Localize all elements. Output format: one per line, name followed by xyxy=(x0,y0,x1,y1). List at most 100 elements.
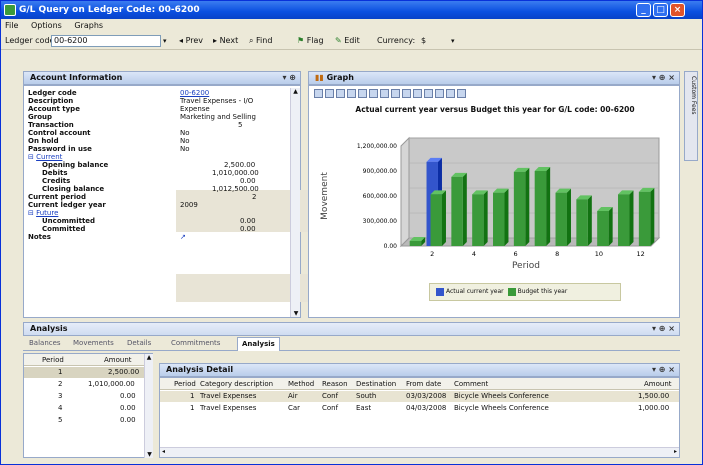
rotate-icon[interactable] xyxy=(391,89,400,98)
debits-label: Debits xyxy=(42,169,68,177)
detail-col-category[interactable]: Category description xyxy=(200,379,273,389)
table-row[interactable]: 2 1,010,000.00 xyxy=(24,379,144,390)
scroll-left-icon[interactable]: ◂ xyxy=(162,448,165,455)
y-tick-label: 900,000.00 xyxy=(363,168,398,175)
analysis-panel-buttons[interactable]: ▾ ⊕ × xyxy=(652,323,675,335)
closing-balance-value: 1,012,500.00 xyxy=(212,185,259,193)
legend-icon[interactable] xyxy=(380,89,389,98)
scroll-up-icon[interactable]: ▲ xyxy=(145,354,153,361)
y-tick-label: 600,000.00 xyxy=(363,193,398,200)
detail-col-method[interactable]: Method xyxy=(288,379,314,389)
amount-column-header[interactable]: Amount xyxy=(104,355,132,365)
table-row[interactable]: 5 0.00 xyxy=(24,415,144,426)
period-cell: 4 xyxy=(58,404,63,412)
bar-budget-side xyxy=(462,172,467,246)
table-row[interactable]: 4 0.00 xyxy=(24,403,144,414)
scroll-right-icon[interactable]: ▸ xyxy=(674,448,677,455)
detail-cell-comment: Bicycle Wheels Conference xyxy=(454,392,549,400)
detail-cell-from-date: 04/03/2008 xyxy=(406,404,447,412)
field-transaction-value: 5 xyxy=(238,121,243,129)
edit-button[interactable]: ✎ Edit xyxy=(335,32,360,50)
tab-details[interactable]: Details xyxy=(127,337,151,349)
tab-analysis[interactable]: Analysis xyxy=(237,337,280,351)
3d-icon[interactable] xyxy=(402,89,411,98)
detail-col-comment[interactable]: Comment xyxy=(454,379,488,389)
analysis-detail-buttons[interactable]: ▾ ⊕ × xyxy=(652,364,675,376)
flag-button[interactable]: ⚑ Flag xyxy=(297,32,324,50)
tools-icon[interactable] xyxy=(457,89,466,98)
axis-icon[interactable] xyxy=(424,89,433,98)
detail-cell-destination: South xyxy=(356,392,377,400)
find-button[interactable]: ⌕ Find xyxy=(249,32,272,50)
bar-budget xyxy=(597,211,609,246)
table-row[interactable]: 3 0.00 xyxy=(24,391,144,402)
detail-col-reason[interactable]: Reason xyxy=(322,379,348,389)
ledger-dropdown-icon[interactable]: ▾ xyxy=(163,32,167,50)
scroll-down-icon[interactable]: ▼ xyxy=(291,310,301,317)
tab-balances[interactable]: Balances xyxy=(29,337,61,349)
prev-button[interactable]: ◂ Prev xyxy=(179,32,203,50)
minimize-button[interactable]: _ xyxy=(636,3,651,17)
field-group-label: Group xyxy=(28,113,53,121)
scroll-down-icon[interactable]: ▼ xyxy=(145,451,154,458)
ledger-code-label: Ledger code: xyxy=(5,36,58,45)
detail-cell-category: Travel Expenses xyxy=(200,392,257,400)
chart-type-icon[interactable] xyxy=(347,89,356,98)
amount-cell: 1,010,000.00 xyxy=(88,380,135,388)
scroll-up-icon[interactable]: ▲ xyxy=(291,88,300,95)
zoom-icon[interactable] xyxy=(446,89,455,98)
notes-link-icon[interactable]: ↗ xyxy=(180,233,186,241)
detail-col-period[interactable]: Period xyxy=(174,379,196,389)
custom-fees-side-tab[interactable]: Custom Fees xyxy=(684,71,698,161)
grid-icon[interactable] xyxy=(369,89,378,98)
detail-col-destination[interactable]: Destination xyxy=(356,379,396,389)
period-scrollbar[interactable]: ▲ ▼ xyxy=(144,354,153,458)
line-chart-icon[interactable] xyxy=(358,89,367,98)
currency-dropdown-icon[interactable]: ▾ xyxy=(451,32,455,50)
current-year-value: 2009 xyxy=(180,201,198,209)
bar-budget-side xyxy=(441,190,446,246)
tab-movements[interactable]: Movements xyxy=(73,337,114,349)
detail-hscrollbar[interactable]: ◂ ▸ xyxy=(160,447,679,457)
properties-icon[interactable] xyxy=(413,89,422,98)
menu-graphs[interactable]: Graphs xyxy=(74,21,103,30)
field-control-account-value: No xyxy=(180,129,190,137)
account-scrollbar[interactable]: ▲ ▼ xyxy=(290,88,300,317)
next-button[interactable]: ▸ Next xyxy=(213,32,238,50)
detail-col-from-date[interactable]: From date xyxy=(406,379,441,389)
ledger-code-input[interactable]: 00-6200 xyxy=(51,35,161,47)
palette-icon[interactable] xyxy=(336,89,345,98)
x-axis-label: Period xyxy=(512,261,540,271)
field-ledger-code-value[interactable]: 00-6200 xyxy=(180,89,209,97)
period-cell: 5 xyxy=(58,416,63,424)
menu-file[interactable]: File xyxy=(5,21,18,30)
current-group-toggle[interactable]: ⊟ Current xyxy=(28,153,62,161)
currency-select[interactable]: $ xyxy=(421,32,426,50)
menu-options[interactable]: Options xyxy=(31,21,62,30)
graph-panel-buttons[interactable]: ▾ ⊕ × xyxy=(652,72,675,84)
period-cell: 2 xyxy=(58,380,63,388)
table-row[interactable]: 1 2,500.00 xyxy=(24,367,144,378)
table-row[interactable]: 1 Travel Expenses Air Conf South 03/03/2… xyxy=(160,391,679,402)
period-cell: 1 xyxy=(58,368,63,376)
copy-icon[interactable] xyxy=(314,89,323,98)
detail-col-amount[interactable]: Amount xyxy=(644,379,672,389)
flag-icon: ⚑ xyxy=(297,36,307,45)
tab-commitments[interactable]: Commitments xyxy=(171,337,220,349)
maximize-button[interactable]: □ xyxy=(653,3,668,17)
detail-cell-from-date: 03/03/2008 xyxy=(406,392,447,400)
print-icon[interactable] xyxy=(325,89,334,98)
bar-budget xyxy=(576,199,588,246)
x-tick-label: 12 xyxy=(636,250,644,258)
close-button[interactable]: × xyxy=(670,3,685,17)
opening-balance-label: Opening balance xyxy=(42,161,109,169)
detail-cell-method: Air xyxy=(288,392,298,400)
legend-swatch-actual xyxy=(436,287,444,296)
account-info-header: Account Information ▾ ⊕ xyxy=(23,71,301,85)
future-group-toggle[interactable]: ⊟ Future xyxy=(28,209,58,217)
account-panel-pin-icon[interactable]: ▾ ⊕ xyxy=(282,72,296,84)
data-icon[interactable] xyxy=(435,89,444,98)
table-row[interactable]: 1 Travel Expenses Car Conf East 04/03/20… xyxy=(160,403,679,414)
period-column-header[interactable]: Period xyxy=(42,355,64,365)
field-ledger-code-label: Ledger code xyxy=(28,89,77,97)
